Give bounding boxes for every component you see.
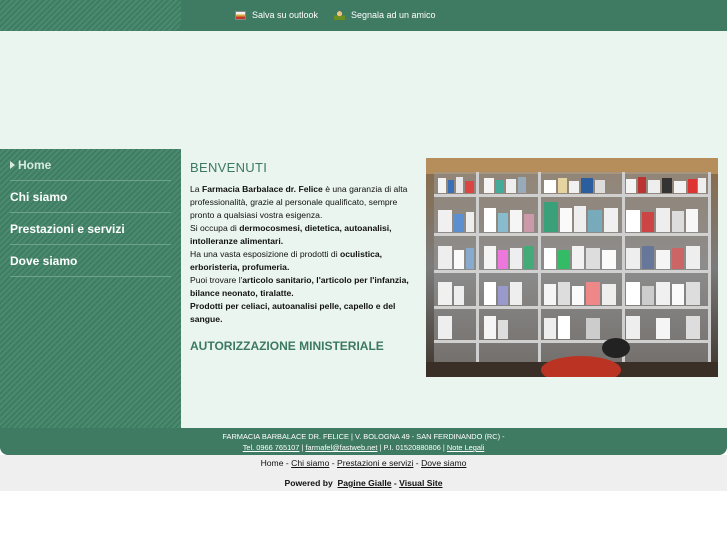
pharmacy-name: Farmacia Barbalace dr. Felice [201,184,323,194]
intro-text-segment: Puoi trovare l' [190,275,243,285]
top-bar-corner [0,0,181,31]
sidebar-item-dove-siamo[interactable]: Dove siamo [10,245,171,277]
outlook-icon [235,10,246,20]
powered-by: Powered by Pagine Gialle - Visual Site [0,478,727,488]
legal-notes-link[interactable]: Note Legali [447,443,484,452]
page: Salva su outlook Segnala ad un amico Hom… [0,0,727,545]
main-content: BENVENUTI La Farmacia Barbalace dr. Feli… [181,149,727,428]
intro-text-bold: Prodotti per celiaci, autoanalisi pelle,… [190,301,396,324]
bottom-links: Home - Chi siamo - Prestazioni e servizi… [0,458,727,468]
page-title: BENVENUTI [190,160,268,175]
bottom-link-chi-siamo[interactable]: Chi siamo [291,458,329,468]
sidebar-item-chi-siamo[interactable]: Chi siamo [10,181,171,213]
footer: FARMACIA BARBALACE DR. FELICE | V. BOLOG… [0,428,727,455]
sidebar-item-label: Prestazioni e servizi [10,221,125,236]
bottom-link-prestazioni[interactable]: Prestazioni e servizi [337,458,413,468]
intro-text-segment: La [190,184,202,194]
email-link[interactable]: farmafel@fastweb.net [305,443,377,452]
sidebar-item-label: Dove siamo [10,253,78,268]
sidebar-item-label: Home [18,157,52,172]
bottom-separator: - [329,458,337,468]
pharmacy-photo [426,158,718,377]
arrow-right-icon [10,160,15,169]
bottom-separator: - [413,458,422,468]
save-to-outlook-label: Salva su outlook [252,10,319,20]
sidebar-item-label: Chi siamo [10,189,68,204]
tell-a-friend-link[interactable]: Segnala ad un amico [334,10,436,20]
pagine-gialle-link[interactable]: Pagine Gialle [338,478,392,488]
intro-text-segment: Si occupa di [190,223,240,233]
phone-link[interactable]: Tel. 0966 765107 [243,443,300,452]
vat-number: | P.I. 01520880806 | [377,443,447,452]
intro-text-segment: Ha una vasta esposizione di prodotti di [190,249,341,259]
pharmacy-shelves-image [426,158,718,377]
save-to-outlook-link[interactable]: Salva su outlook [235,10,318,20]
bottom-separator: - [283,458,292,468]
sidebar: Home Chi siamo Prestazioni e servizi Dov… [0,149,181,428]
sidebar-item-home[interactable]: Home [10,149,171,181]
person-icon [334,10,345,20]
bottom-nav: Home - Chi siamo - Prestazioni e servizi… [0,455,727,491]
authorization-heading: AUTORIZZAZIONE MINISTERIALE [190,339,384,353]
bottom-link-home[interactable]: Home [261,458,284,468]
footer-contacts: Tel. 0966 765107 | farmafel@fastweb.net … [0,443,727,452]
tell-a-friend-label: Segnala ad un amico [351,10,436,20]
header-banner [0,31,727,149]
visual-site-link[interactable]: Visual Site [399,478,442,488]
top-bar: Salva su outlook Segnala ad un amico [0,0,727,31]
powered-by-label: Powered by [284,478,333,488]
bottom-link-dove-siamo[interactable]: Dove siamo [421,458,466,468]
intro-text: La Farmacia Barbalace dr. Felice è una g… [190,183,412,326]
sidebar-item-prestazioni[interactable]: Prestazioni e servizi [10,213,171,245]
footer-address: FARMACIA BARBALACE DR. FELICE | V. BOLOG… [222,432,505,441]
